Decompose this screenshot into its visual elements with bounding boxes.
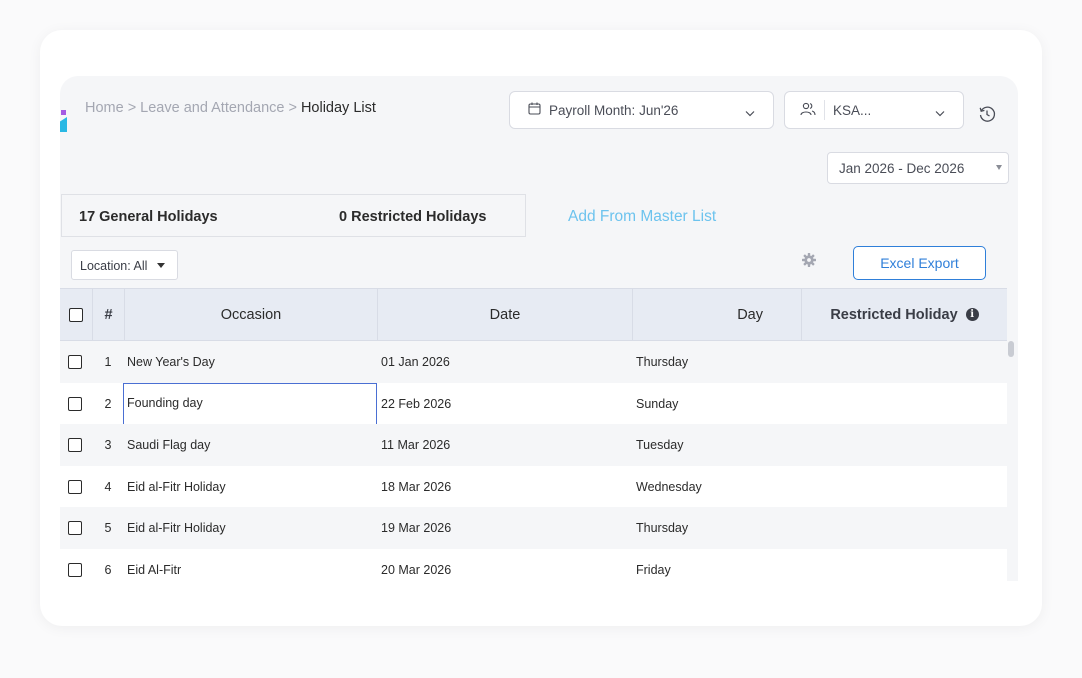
table-row[interactable]: 5 Eid al-Fitr Holiday 19 Mar 2026 Thursd… [60, 507, 1007, 549]
history-icon[interactable] [978, 105, 996, 128]
row-number: 1 [104, 355, 112, 369]
row-number: 3 [104, 438, 112, 452]
day-cell: Wednesday [636, 479, 702, 494]
date-range-value: Jan 2026 - Dec 2026 [839, 161, 965, 176]
row-number: 5 [104, 521, 112, 535]
occasion-cell[interactable]: Eid al-Fitr Holiday [127, 480, 226, 494]
day-cell: Thursday [636, 355, 689, 369]
column-header-date[interactable]: Date [377, 289, 632, 340]
occasion-cell[interactable]: Eid Al-Fitr [127, 563, 181, 577]
day-cell: Friday [636, 562, 671, 577]
table-header: # Occasion Date Day Restricted Holiday i [60, 288, 1007, 341]
row-number: 4 [104, 479, 112, 494]
region-value: KSA... [833, 102, 872, 118]
info-icon[interactable]: i [965, 308, 979, 321]
row-checkbox[interactable] [68, 438, 82, 452]
chevron-down-icon [935, 105, 945, 120]
breadcrumb: Home > Leave and Attendance > Holiday Li… [85, 100, 376, 116]
day-cell: Tuesday [636, 438, 684, 452]
calendar-icon [528, 102, 541, 118]
table-row[interactable]: 4 Eid al-Fitr Holiday 18 Mar 2026 Wednes… [60, 465, 1007, 507]
table-row[interactable]: 3 Saudi Flag day 11 Mar 2026 Tuesday [60, 424, 1007, 466]
row-checkbox[interactable] [68, 521, 82, 535]
region-select[interactable]: KSA... [784, 91, 964, 129]
day-cell: Thursday [636, 521, 689, 535]
breadcrumb-home[interactable]: Home [85, 100, 124, 116]
table-row[interactable]: 6 Eid Al-Fitr 20 Mar 2026 Friday [60, 548, 1007, 581]
breadcrumb-separator: > [127, 100, 137, 116]
row-checkbox[interactable] [68, 479, 82, 494]
holiday-type-tabs: 17 General Holidays 0 Restricted Holiday… [61, 194, 526, 237]
date-cell[interactable]: 01 Jan 2026 [381, 355, 450, 369]
select-all-checkbox[interactable] [69, 307, 83, 322]
column-header-number: # [92, 289, 124, 340]
tab-general-holidays[interactable]: 17 General Holidays [79, 209, 218, 225]
payroll-month-label: Payroll Month: [549, 102, 636, 118]
day-cell: Sunday [636, 396, 679, 411]
payroll-month-select[interactable]: Payroll Month: Jun'26 [509, 91, 774, 129]
excel-export-button[interactable]: Excel Export [853, 246, 986, 280]
occasion-cell[interactable]: Eid al-Fitr Holiday [127, 521, 226, 535]
column-header-restricted-holiday: Restricted Holiday i [801, 289, 1007, 340]
select-all-checkbox-cell [60, 289, 92, 340]
table-body: 1 New Year's Day 01 Jan 2026 Thursday 2 … [60, 341, 1007, 581]
holiday-table: # Occasion Date Day Restricted Holiday i… [60, 288, 1007, 581]
table-row[interactable]: 1 New Year's Day 01 Jan 2026 Thursday [60, 341, 1007, 383]
occasion-cell[interactable]: New Year's Day [127, 355, 215, 369]
app-logo [60, 94, 68, 132]
occasion-cell[interactable]: Founding day [127, 396, 203, 410]
date-cell[interactable]: 22 Feb 2026 [381, 397, 451, 411]
date-range-select[interactable]: Jan 2026 - Dec 2026 [827, 152, 1009, 184]
occasion-cell[interactable]: Saudi Flag day [127, 438, 210, 452]
row-number: 6 [104, 562, 112, 577]
row-checkbox[interactable] [68, 355, 82, 369]
breadcrumb-separator: > [288, 100, 297, 116]
column-header-day[interactable]: Day [632, 289, 801, 340]
date-cell[interactable]: 20 Mar 2026 [381, 563, 451, 577]
chevron-down-icon [745, 105, 755, 120]
gear-icon[interactable] [802, 253, 816, 272]
payroll-month-value: Jun'26 [639, 102, 679, 118]
caret-down-icon [157, 263, 165, 268]
divider [824, 100, 825, 120]
holiday-list-panel: Home > Leave and Attendance > Holiday Li… [60, 76, 1018, 581]
breadcrumb-current: Holiday List [300, 100, 376, 116]
date-cell[interactable]: 18 Mar 2026 [381, 480, 451, 494]
restricted-holiday-label: Restricted Holiday [830, 306, 958, 323]
table-row[interactable]: 2 Founding day 22 Feb 2026 Sunday [60, 382, 1007, 425]
row-checkbox[interactable] [68, 562, 82, 577]
caret-down-icon [996, 165, 1002, 170]
location-filter-dropdown[interactable]: Location: All [71, 250, 178, 280]
location-filter-label: Location: All [80, 259, 148, 273]
breadcrumb-leave-attendance[interactable]: Leave and Attendance [140, 100, 284, 116]
column-header-occasion[interactable]: Occasion [124, 289, 377, 340]
date-cell[interactable]: 19 Mar 2026 [381, 521, 451, 535]
tab-restricted-holidays[interactable]: 0 Restricted Holidays [339, 209, 486, 225]
row-checkbox[interactable] [68, 396, 82, 411]
row-number: 2 [104, 396, 112, 411]
users-icon [800, 102, 816, 119]
date-cell[interactable]: 11 Mar 2026 [381, 438, 450, 452]
add-from-master-list-link[interactable]: Add From Master List [568, 208, 716, 226]
table-scrollbar[interactable] [1008, 341, 1014, 357]
